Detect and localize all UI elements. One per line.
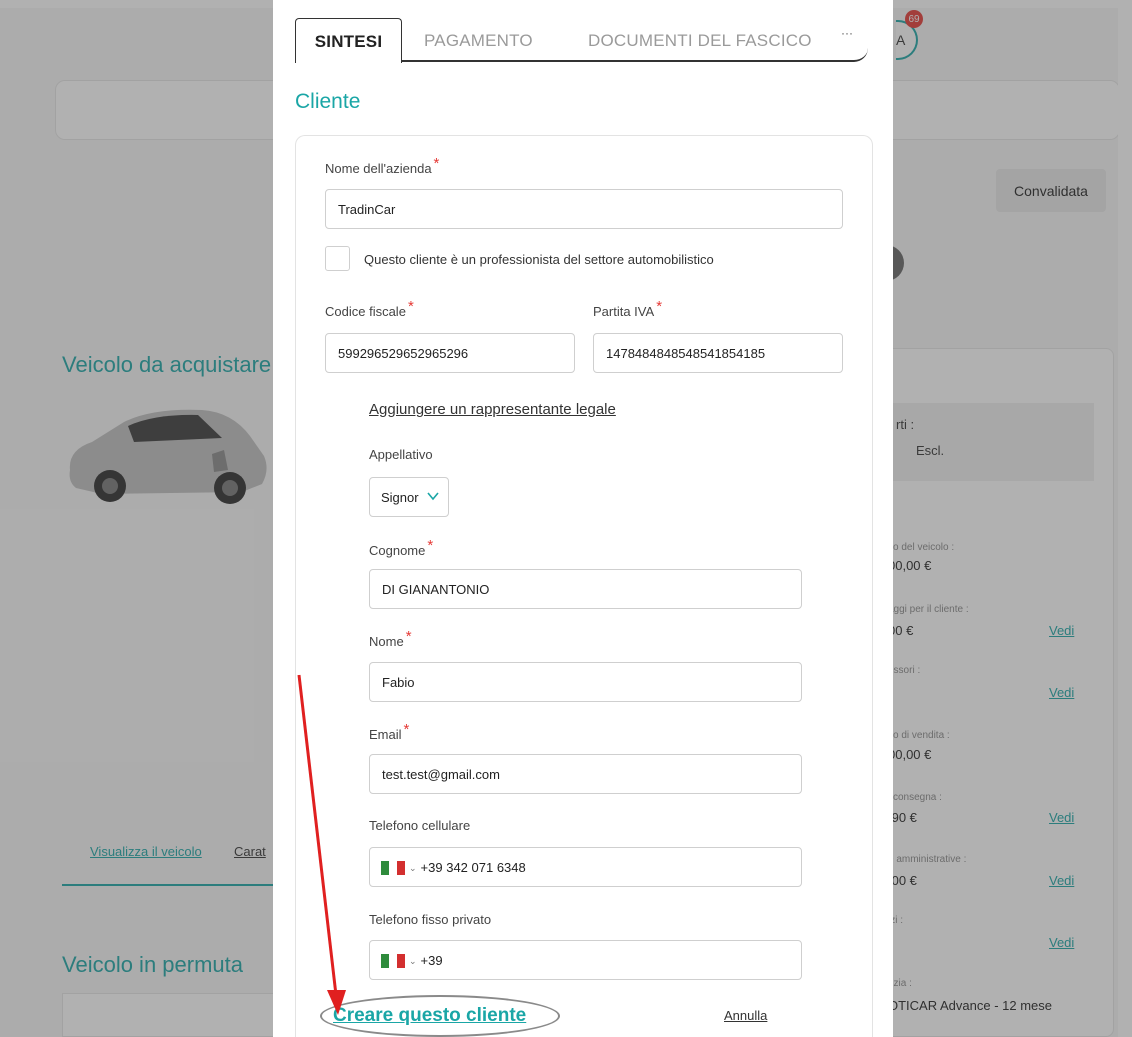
cancel-button[interactable]: Annulla <box>724 1008 767 1023</box>
required-mark: * <box>403 721 410 738</box>
italy-flag-icon[interactable] <box>381 953 405 968</box>
required-mark: * <box>656 298 663 315</box>
tab-documenti[interactable]: DOCUMENTI DEL FASCICO <box>588 18 846 62</box>
title-label: Appellativo <box>369 447 433 462</box>
create-client-button[interactable]: Creare questo cliente <box>333 1005 526 1027</box>
landline-label: Telefono fisso privato <box>369 912 492 927</box>
title-select-value: Signor <box>381 490 419 505</box>
professional-checkbox[interactable] <box>325 246 350 271</box>
surname-input[interactable]: DI GIANANTONIO <box>369 569 802 609</box>
surname-label: Cognome * <box>369 537 434 558</box>
email-input[interactable]: test.test@gmail.com <box>369 754 802 794</box>
mobile-phone-input[interactable]: ⌄ +39 342 071 6348 <box>369 847 802 887</box>
company-name-input[interactable]: TradinCar <box>325 189 843 229</box>
name-label: Nome * <box>369 628 412 649</box>
required-mark: * <box>427 537 434 554</box>
modal-tabs: SINTESI PAGAMENTO DOCUMENTI DEL FASCICO … <box>295 18 868 63</box>
name-input[interactable]: Fabio <box>369 662 802 702</box>
tab-pagamento[interactable]: PAGAMENTO <box>424 18 533 62</box>
company-name-label: Nome dell'azienda * <box>325 155 440 176</box>
tax-code-label: Codice fiscale * <box>325 298 414 319</box>
tax-code-input[interactable]: 599296529652965296 <box>325 333 575 373</box>
email-label: Email * <box>369 721 410 742</box>
chevron-down-icon[interactable]: ⌄ <box>409 863 417 873</box>
landline-phone-value: +39 <box>420 953 443 968</box>
tab-sintesi[interactable]: SINTESI <box>295 18 402 63</box>
italy-flag-icon[interactable] <box>381 860 405 875</box>
title-select[interactable]: Signor <box>369 477 449 517</box>
professional-checkbox-label: Questo cliente è un professionista del s… <box>364 252 714 267</box>
required-mark: * <box>405 628 412 645</box>
mobile-label: Telefono cellulare <box>369 818 471 833</box>
required-mark: * <box>407 298 414 315</box>
more-tabs-icon[interactable]: ··· <box>841 26 853 40</box>
add-legal-representative-link[interactable]: Aggiungere un rappresentante legale <box>369 401 616 418</box>
chevron-down-icon <box>427 492 439 501</box>
required-mark: * <box>433 155 440 172</box>
chevron-down-icon[interactable]: ⌄ <box>409 956 417 966</box>
vat-label: Partita IVA * <box>593 298 663 319</box>
section-title: Cliente <box>295 90 361 113</box>
landline-phone-input[interactable]: ⌄ +39 <box>369 940 802 980</box>
vat-input[interactable]: 1478484848548541854185 <box>593 333 843 373</box>
mobile-phone-value: +39 342 071 6348 <box>420 860 526 875</box>
